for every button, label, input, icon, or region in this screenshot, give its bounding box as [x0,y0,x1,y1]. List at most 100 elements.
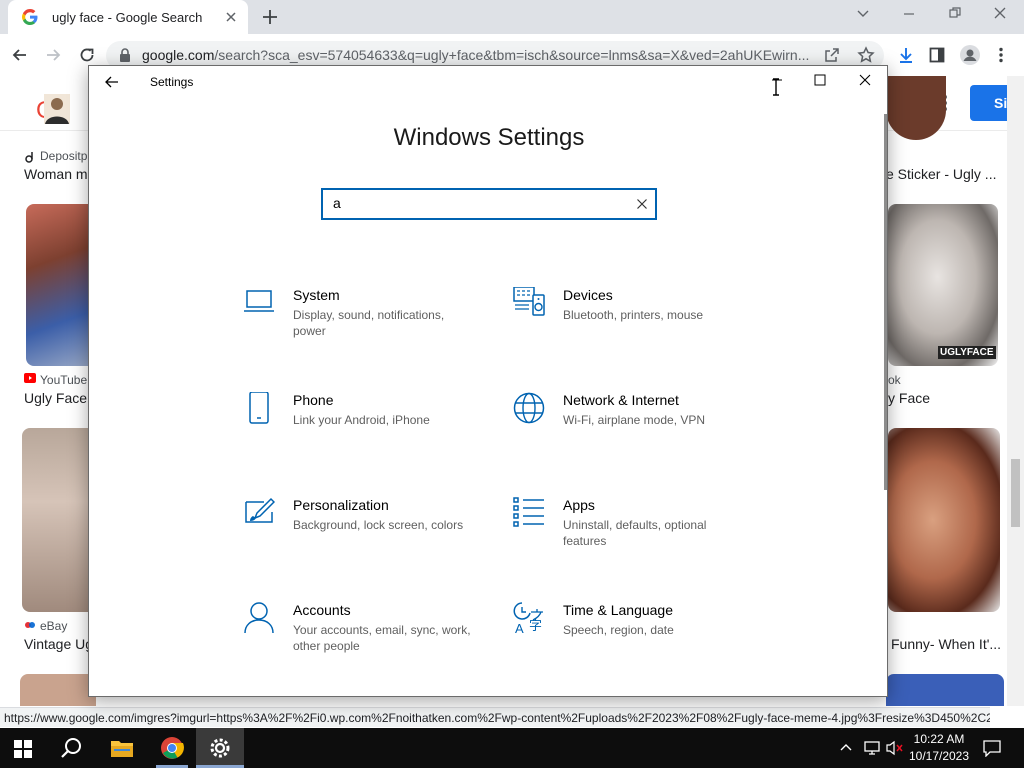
settings-item-desc: Your accounts, email, sync, work, other … [293,623,471,653]
status-bar-url: https://www.google.com/imgres?imgurl=htt… [0,707,990,727]
settings-item-title: Phone [293,392,334,408]
text-cursor-icon [771,78,781,96]
settings-item-devices[interactable]: Devices Bluetooth, printers, mouse [513,287,753,347]
volume-muted-icon[interactable] [886,740,904,768]
person-icon [243,602,275,634]
settings-item-title: Apps [563,497,595,513]
result-source: eBay [40,619,68,633]
search-icon[interactable] [61,737,83,768]
file-explorer-icon[interactable] [110,738,134,768]
windows-start-icon[interactable] [14,740,32,768]
settings-item-title: Devices [563,287,613,303]
time-language-icon: A字 [513,602,545,634]
tab-search-icon[interactable] [856,6,870,20]
lock-icon[interactable] [119,48,131,62]
youtube-icon [24,373,36,383]
clear-search-icon[interactable] [636,198,648,210]
settings-item-desc: Wi-Fi, airplane mode, VPN [563,413,706,427]
close-window-icon[interactable] [993,6,1007,20]
ebay-icon [24,619,36,631]
notification-icon[interactable] [983,739,1001,768]
close-icon[interactable] [859,74,871,86]
forward-arrow-icon[interactable] [45,47,61,63]
laptop-icon [243,287,275,317]
result-title[interactable]: e Sticker - Ugly ... [886,166,996,182]
google-favicon-icon [22,9,38,25]
browser-tab[interactable]: ugly face - Google Search [8,0,248,34]
settings-item-system[interactable]: System Display, sound, notifications, po… [243,287,483,347]
settings-item-network[interactable]: Network & Internet Wi-Fi, airplane mode,… [513,392,753,452]
result-source: ok [888,373,901,387]
profile-avatar-icon[interactable] [960,45,980,65]
phone-icon [243,392,275,424]
devices-icon [513,287,545,317]
settings-scrollbar[interactable] [884,114,887,490]
settings-item-accounts[interactable]: Accounts Your accounts, email, sync, wor… [243,602,483,662]
svg-text:字: 字 [529,618,542,633]
result-image[interactable] [886,674,1004,706]
result-image[interactable] [20,674,96,706]
reload-icon[interactable] [78,46,96,64]
tab-close-icon[interactable] [224,10,238,24]
page-scrollbar-thumb[interactable] [1011,459,1020,527]
result-title[interactable]: Woman m [24,166,88,182]
settings-item-desc: Link your Android, iPhone [293,413,430,427]
download-icon[interactable] [897,46,915,64]
network-icon[interactable] [864,740,880,768]
maximize-icon[interactable] [814,74,826,86]
browser-titlebar: ugly face - Google Search [0,0,1024,34]
settings-item-desc: Uninstall, defaults, optional features [563,518,707,548]
result-source: Depositp [40,149,88,163]
result-title[interactable]: Vintage Ug [24,636,93,652]
settings-item-phone[interactable]: Phone Link your Android, iPhone [243,392,483,452]
google-doodle-logo[interactable]: G [36,94,80,124]
result-title[interactable]: y Face [888,390,930,406]
settings-item-desc: Speech, region, date [563,623,674,637]
result-source: YouTube [40,373,88,387]
paintbrush-icon [243,497,275,527]
settings-search-box[interactable] [321,188,657,220]
result-image[interactable]: UGLYFACE [888,204,998,366]
settings-taskbar-button[interactable] [196,728,244,768]
settings-search-input[interactable] [333,195,613,211]
chevron-up-icon[interactable] [840,742,852,768]
settings-window: Settings Windows Settings System Display… [88,65,888,697]
chrome-menu-icon[interactable] [998,47,1004,63]
side-panel-icon[interactable] [929,47,945,63]
settings-item-apps[interactable]: Apps Uninstall, defaults, optional featu… [513,497,753,557]
settings-item-desc: Background, lock screen, colors [293,518,464,532]
chrome-taskbar-icon[interactable] [160,736,184,768]
settings-item-title: Time & Language [563,602,673,618]
result-image[interactable] [888,428,1000,612]
result-image[interactable] [22,428,96,612]
result-image[interactable] [26,204,96,366]
bookmark-star-icon[interactable] [857,46,875,64]
address-bar-url[interactable]: google.com/search?sca_esv=574054633&q=ug… [142,47,809,63]
windows-taskbar: 10:22 AM 10/17/2023 [0,728,1024,768]
apps-list-icon [513,497,545,527]
svg-text:A: A [515,621,524,634]
back-arrow-icon[interactable] [12,47,28,63]
url-domain: google.com [142,47,215,63]
back-arrow-icon[interactable] [105,75,119,89]
new-tab-icon[interactable] [262,9,278,25]
page-scrollbar[interactable] [1007,76,1024,706]
settings-window-title: Settings [150,75,194,89]
result-title[interactable]: Funny- When It'... [891,636,1001,652]
settings-item-title: Accounts [293,602,351,618]
result-image[interactable] [886,76,946,140]
settings-item-personalization[interactable]: Personalization Background, lock screen,… [243,497,483,557]
settings-item-title: Personalization [293,497,389,513]
taskbar-date[interactable]: 10/17/2023 [908,749,970,763]
settings-item-desc: Bluetooth, printers, mouse [563,308,704,322]
settings-item-time-language[interactable]: A字 Time & Language Speech, region, date [513,602,753,662]
minimize-icon[interactable] [902,6,916,20]
share-icon[interactable] [824,47,840,63]
watermark-text: UGLYFACE [938,346,996,359]
globe-icon [513,392,545,424]
result-title[interactable]: Ugly Face [24,390,87,406]
restore-icon[interactable] [948,6,962,20]
taskbar-time[interactable]: 10:22 AM [912,732,966,746]
result-source-icon [24,149,34,163]
gear-icon [209,737,231,759]
